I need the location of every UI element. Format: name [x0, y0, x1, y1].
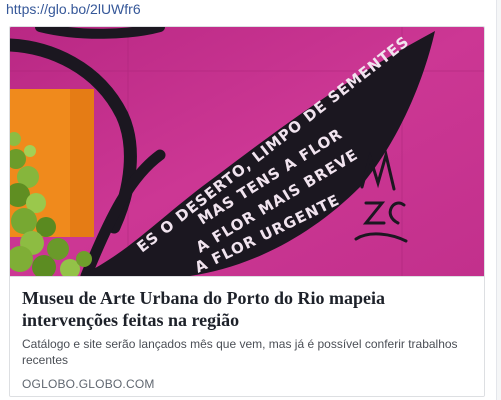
- article-thumbnail-image[interactable]: ES O DESERTO, LIMPO DE SEMENTES MAS TENS…: [10, 27, 484, 276]
- link-preview-card[interactable]: ES O DESERTO, LIMPO DE SEMENTES MAS TENS…: [9, 26, 485, 397]
- article-headline[interactable]: Museu de Arte Urbana do Porto do Rio map…: [22, 287, 474, 331]
- orange-panel-shadow: [70, 89, 94, 237]
- facebook-post: https://glo.bo/2lUWfr6 ES O DESERTO, LIM…: [0, 0, 501, 400]
- link-card-text-area[interactable]: Museu de Arte Urbana do Porto do Rio map…: [10, 276, 484, 396]
- feed-right-edge: [496, 0, 501, 400]
- post-shortlink[interactable]: https://glo.bo/2lUWfr6: [6, 0, 141, 18]
- source-domain: OGLOBO.GLOBO.COM: [22, 377, 155, 391]
- article-description: Catálogo e site serão lançados mês que v…: [22, 337, 458, 367]
